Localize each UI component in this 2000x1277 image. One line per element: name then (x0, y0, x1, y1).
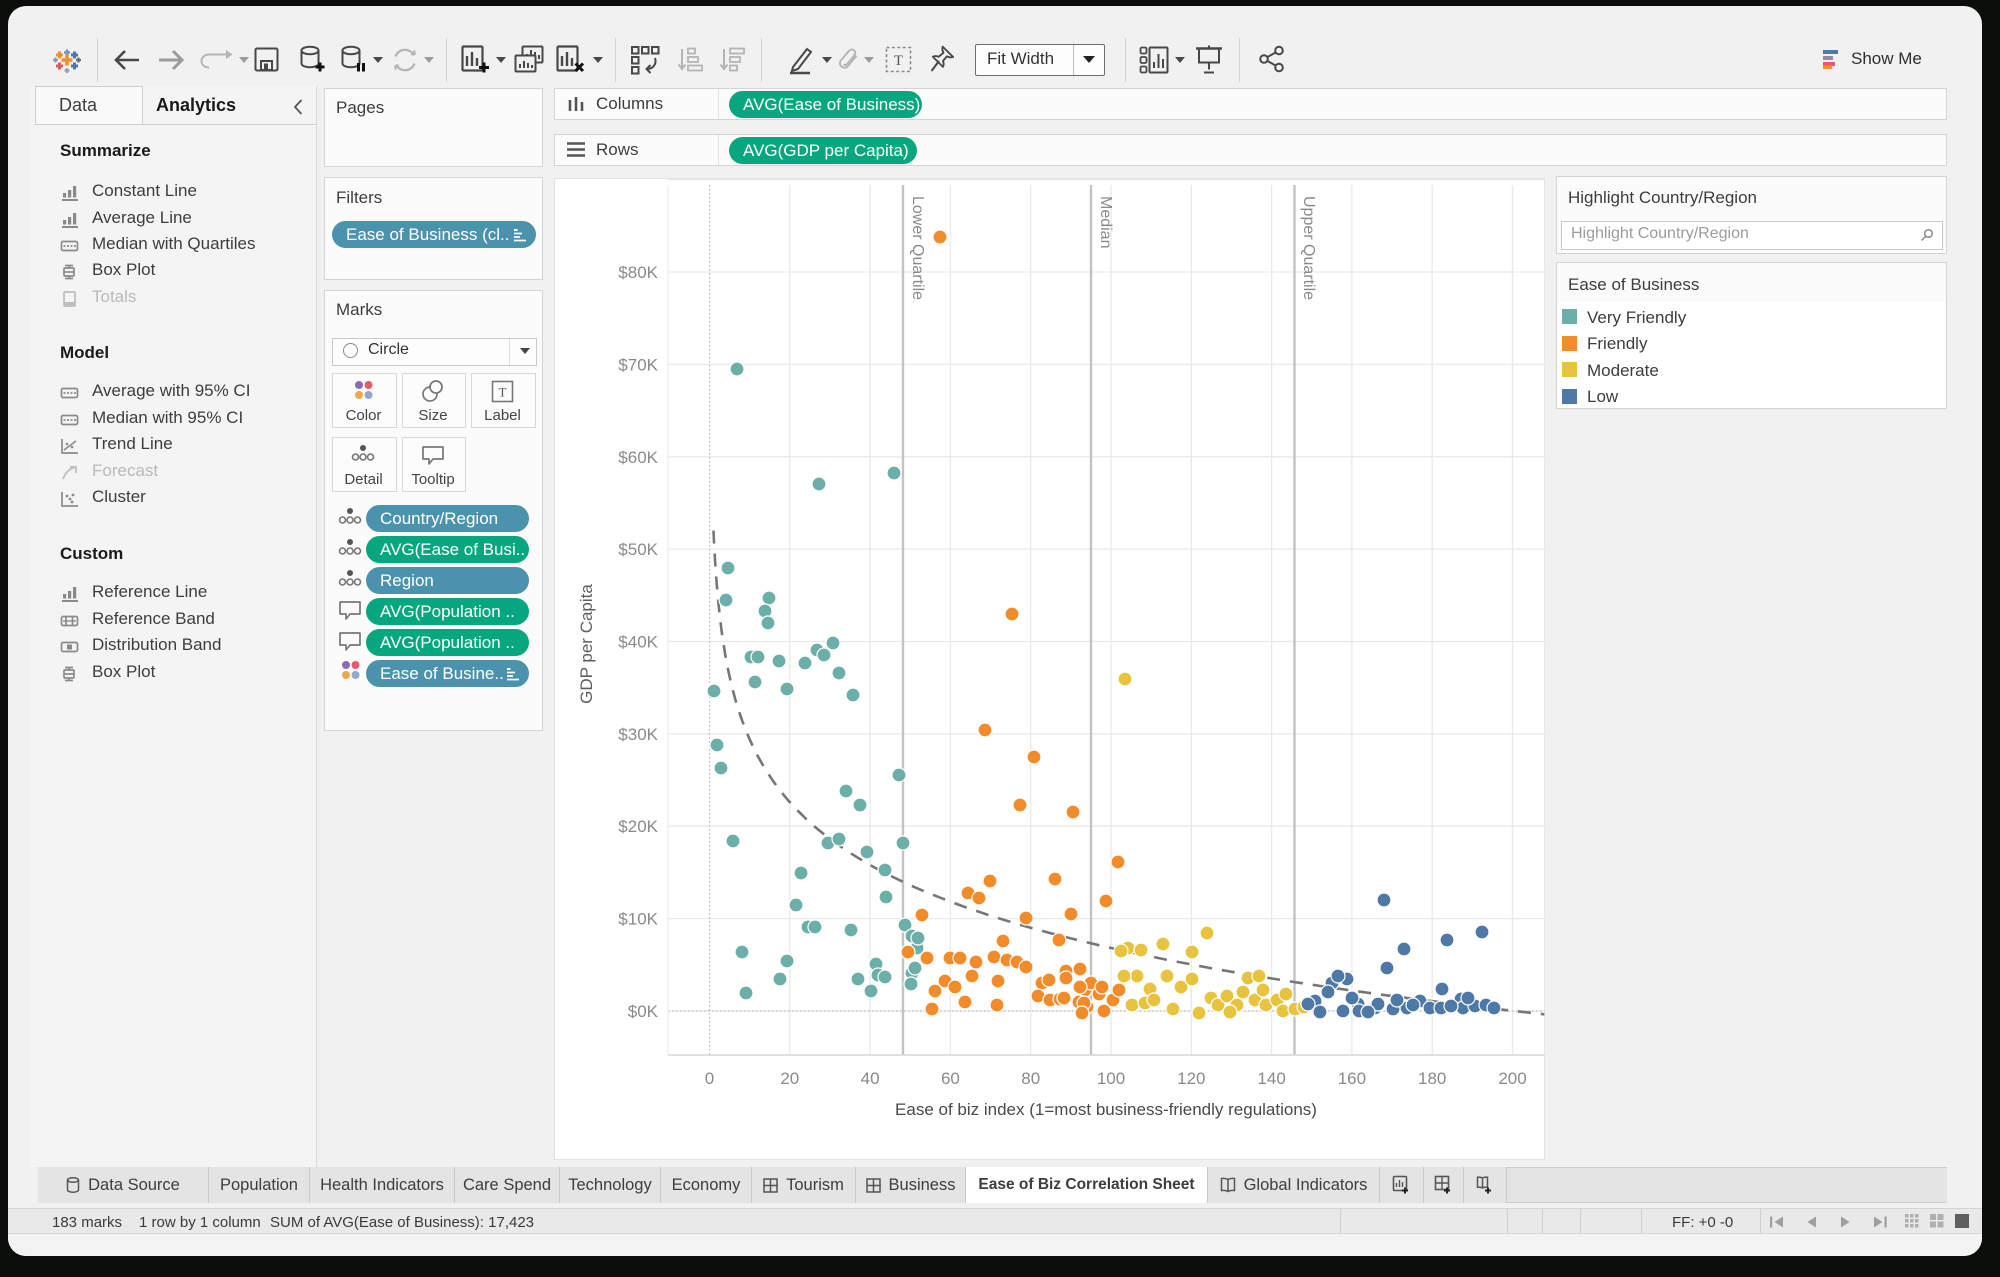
svg-text:Ease of biz index (1=most busi: Ease of biz index (1=most business-frien… (895, 1100, 1317, 1119)
svg-text:80: 80 (1021, 1069, 1040, 1088)
svg-text:Lower Quartile: Lower Quartile (909, 196, 926, 300)
svg-text:$10K: $10K (618, 910, 658, 929)
svg-text:180: 180 (1418, 1069, 1446, 1088)
svg-text:100: 100 (1097, 1069, 1125, 1088)
svg-text:$40K: $40K (618, 633, 658, 652)
svg-text:Median: Median (1097, 196, 1114, 248)
svg-text:$50K: $50K (618, 540, 658, 559)
svg-text:160: 160 (1338, 1069, 1366, 1088)
svg-text:Upper Quartile: Upper Quartile (1300, 196, 1317, 300)
svg-text:200: 200 (1498, 1069, 1526, 1088)
svg-text:GDP per Capita: GDP per Capita (577, 584, 596, 704)
svg-text:20: 20 (780, 1069, 799, 1088)
svg-text:$20K: $20K (618, 817, 658, 836)
svg-text:$80K: $80K (618, 263, 658, 282)
svg-text:60: 60 (941, 1069, 960, 1088)
svg-text:40: 40 (861, 1069, 880, 1088)
svg-text:T: T (894, 53, 903, 69)
svg-text:140: 140 (1257, 1069, 1285, 1088)
svg-text:120: 120 (1177, 1069, 1205, 1088)
svg-text:$0K: $0K (628, 1002, 659, 1021)
svg-text:$30K: $30K (618, 725, 658, 744)
svg-text:$70K: $70K (618, 355, 658, 374)
svg-text:$60K: $60K (618, 448, 658, 467)
svg-text:T: T (499, 385, 507, 400)
svg-text:0: 0 (705, 1069, 714, 1088)
